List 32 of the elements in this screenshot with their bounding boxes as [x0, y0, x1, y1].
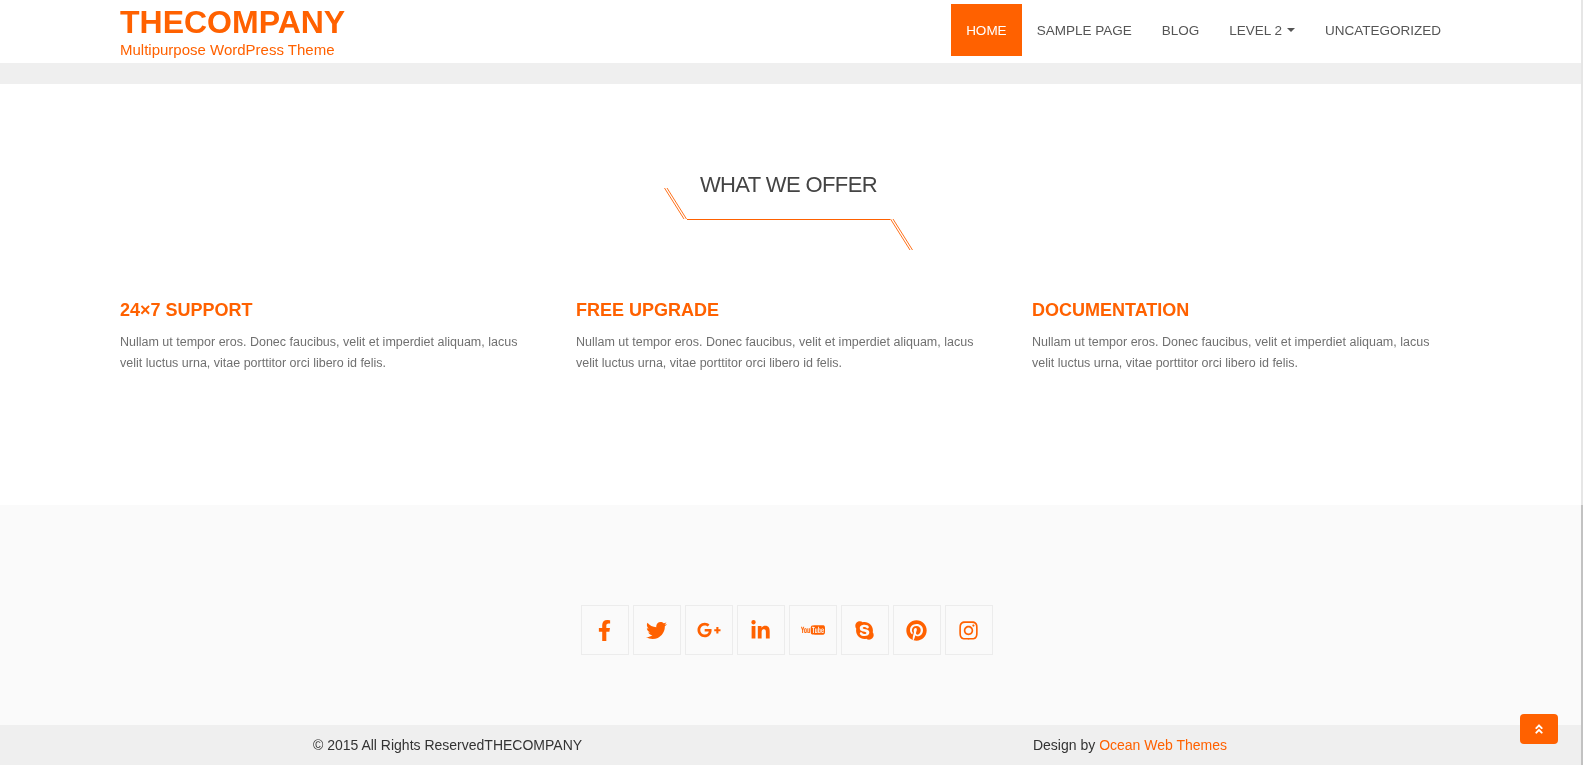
social-link[interactable] — [892, 605, 941, 655]
section-heading: WHAT WE OFFER — [699, 171, 878, 199]
scrollbar-thumb[interactable] — [1581, 505, 1583, 765]
linkedin-icon — [750, 619, 771, 641]
slash-ornament-drawing — [664, 188, 687, 219]
social-link[interactable] — [944, 605, 993, 655]
twitter-icon — [646, 619, 667, 641]
social-link[interactable] — [788, 605, 837, 655]
social-link[interactable] — [736, 605, 785, 655]
copyright-text: © 2015 All Rights ReservedTHECOMPANY — [312, 737, 583, 753]
feature-title: FREE UPGRADE — [576, 299, 720, 322]
social-link[interactable] — [580, 605, 629, 655]
nav-link[interactable]: LEVEL 2 — [1214, 4, 1310, 56]
back-to-top-button[interactable] — [1520, 714, 1558, 744]
double-chevron-up-icon — [1533, 723, 1545, 735]
feature-title: 24×7 SUPPORT — [120, 299, 254, 322]
feature-description: Nullam ut tempor eros. Donec faucibus, velit et imperdiet aliquam, lacus velit luctus urna, vitae porttitor orci libero id felis. — [1032, 334, 1431, 372]
pinterest-icon — [906, 619, 927, 641]
feature-title: DOCUMENTATION — [1032, 299, 1191, 322]
nav-link[interactable]: SAMPLE PAGE — [1021, 4, 1147, 56]
credit-text: Design by Ocean Web Themes — [1032, 737, 1227, 753]
slash-ornament-drawing — [890, 219, 913, 250]
nav-link[interactable]: UNCATEGORIZED — [1310, 4, 1456, 56]
site-tagline: Multipurpose WordPress Theme — [120, 41, 336, 59]
nav-link[interactable]: BLOG — [1146, 4, 1215, 56]
skype-icon — [854, 619, 875, 641]
social-link[interactable] — [840, 605, 889, 655]
social-link[interactable] — [632, 605, 681, 655]
feature-description: Nullam ut tempor eros. Donec faucibus, velit et imperdiet aliquam, lacus velit luctus urna, vitae porttitor orci libero id felis. — [120, 334, 519, 372]
instagram-icon — [958, 619, 979, 641]
feature-description: Nullam ut tempor eros. Donec faucibus, velit et imperdiet aliquam, lacus velit luctus urna, vitae porttitor orci libero id felis. — [576, 334, 975, 372]
social-link[interactable] — [684, 605, 733, 655]
